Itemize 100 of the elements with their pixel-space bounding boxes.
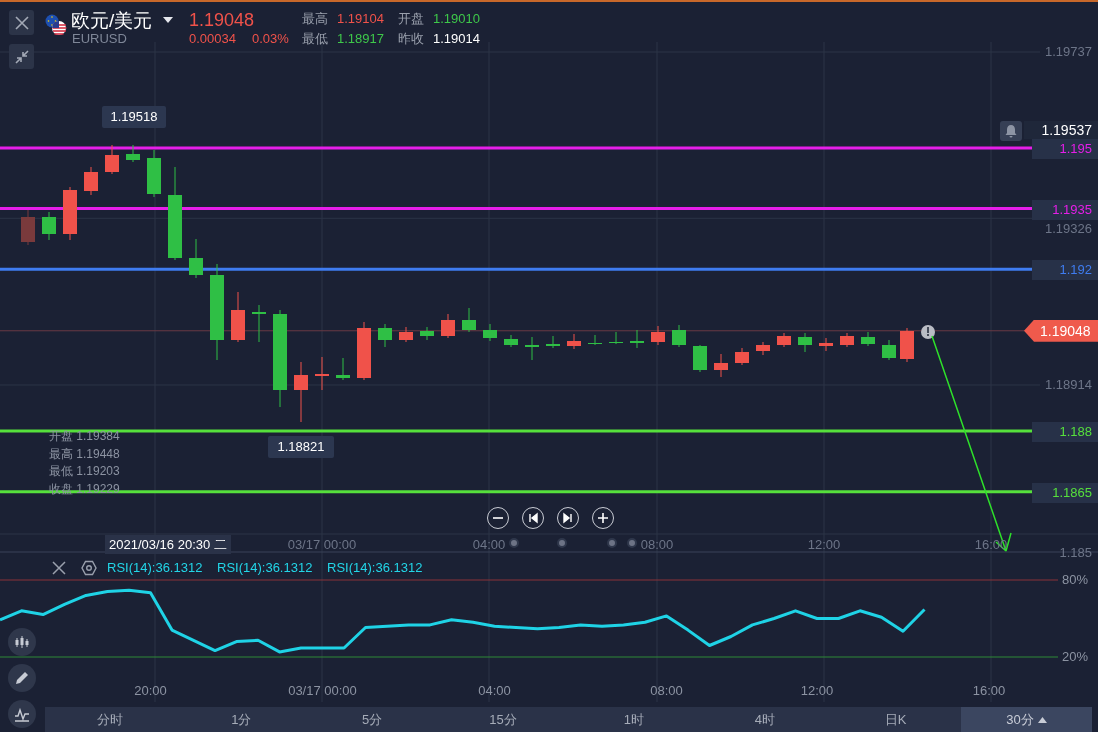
stat-value: 1.18917 (337, 31, 384, 47)
candlestick-icon (13, 633, 31, 651)
indicator-legend: RSI(14):36.1312 (107, 560, 203, 576)
zoom-in-button[interactable] (592, 507, 614, 529)
candle (21, 209, 35, 246)
price-axis-label: 1.18914 (1044, 377, 1092, 393)
candle (672, 324, 686, 348)
ohlc-text: 最高 1.19448 (49, 445, 120, 463)
settings-icon[interactable] (81, 560, 97, 576)
candle (504, 334, 518, 348)
stat-label: 最低 (302, 31, 328, 47)
price-axis-label: 1.19326 (1044, 221, 1092, 238)
level-price-label: 1.195 (1032, 138, 1098, 159)
time-axis-label: 20:00 (134, 683, 167, 699)
info-icon[interactable] (921, 325, 935, 339)
close-button[interactable] (9, 10, 34, 35)
candle (882, 339, 896, 361)
candle (315, 356, 329, 391)
previous-button[interactable] (522, 507, 544, 529)
timeframe-tab[interactable]: 5分 (306, 707, 438, 732)
candle (609, 331, 623, 345)
horizontal-level-line[interactable] (0, 267, 1032, 271)
collapse-arrows-icon (13, 48, 30, 65)
candle (189, 238, 203, 279)
candle (441, 313, 455, 339)
candle (630, 329, 644, 349)
candle (861, 331, 875, 347)
price-change: 0.00034 (189, 31, 236, 47)
candle (900, 327, 914, 363)
high-price-label: 1.19518 (102, 106, 166, 128)
alert-bell-button[interactable] (1000, 120, 1022, 141)
ohlc-text: 开盘 1.19384 (49, 428, 120, 445)
timeframe-tab[interactable]: 1时 (568, 707, 700, 732)
zoom-out-button[interactable] (487, 507, 509, 529)
alert-price-label: 1.19537 (1024, 120, 1098, 139)
close-icon[interactable] (52, 561, 66, 575)
pencil-icon (13, 669, 31, 687)
candle (462, 307, 476, 333)
indicator-legend: RSI(14):36.1312 (327, 560, 423, 576)
indicator-legend: RSI(14):36.1312 (217, 560, 313, 576)
collapse-button[interactable] (9, 44, 34, 69)
pencil-tool-button[interactable] (8, 664, 36, 692)
caret-up-icon (1037, 716, 1047, 723)
candle (798, 332, 812, 353)
time-axis-label: 03/17 00:00 (288, 683, 357, 699)
next-button[interactable] (557, 507, 579, 529)
time-axis-label: 16:00 (972, 683, 1006, 699)
candle (651, 325, 665, 346)
level-price-label: 1.188 (1032, 422, 1098, 443)
timeframe-tab[interactable]: 日K (830, 707, 962, 732)
candle (84, 166, 98, 196)
timeframe-tab[interactable]: 1分 (175, 707, 307, 732)
ohlc-text: 最低 1.19203 (49, 463, 120, 480)
close-icon (13, 14, 30, 31)
indicator-tool-button[interactable] (8, 700, 36, 728)
last-price: 1.19048 (189, 9, 255, 31)
timeframe-tab[interactable]: 15分 (437, 707, 569, 732)
axis-label: 80% (1062, 572, 1089, 588)
time-axis-label: 12:00 (800, 683, 834, 699)
axis-label: 20% (1062, 649, 1089, 665)
timeframe-tab[interactable]: 4时 (699, 707, 831, 732)
time-axis-label: 08:00 (640, 536, 674, 554)
candle (378, 323, 392, 348)
caret-icon[interactable] (163, 17, 173, 23)
candle (147, 149, 161, 198)
stat-label: 开盘 (398, 11, 424, 27)
low-price-label: 1.18821 (268, 436, 334, 458)
level-price-label: 1.192 (1032, 260, 1098, 281)
candle (336, 357, 350, 381)
candle (105, 144, 119, 175)
bell-icon (1004, 123, 1018, 138)
candlestick-tool-button[interactable] (8, 628, 36, 656)
candle (840, 332, 854, 348)
symbol-name[interactable]: 欧元/美元 (71, 9, 153, 33)
candle (63, 186, 77, 241)
symbol-code: EURUSD (72, 31, 127, 47)
timeframe-tab[interactable]: 分时 (45, 707, 176, 732)
candle (231, 291, 245, 343)
time-axis-label: 08:00 (650, 683, 683, 699)
stat-value: 1.19104 (337, 11, 384, 27)
percent-change: 0.03% (252, 31, 289, 47)
horizontal-level-line[interactable] (0, 207, 1032, 211)
candle (357, 321, 371, 381)
current-price-tag: 1.19048 (1024, 319, 1098, 342)
time-axis-label: 12:00 (807, 536, 841, 554)
candle (819, 337, 833, 352)
candle (252, 304, 266, 343)
candle (588, 334, 602, 346)
candle (42, 211, 56, 241)
level-price-label: 1.1935 (1032, 199, 1098, 220)
candle (399, 326, 413, 343)
timeframe-tab[interactable]: 30分 (961, 707, 1092, 732)
time-axis-label: 03/17 00:00 (287, 536, 357, 554)
candle (525, 336, 539, 361)
price-axis-label: 1.185 (1058, 544, 1092, 561)
candle (420, 326, 434, 341)
minus-icon (493, 517, 503, 519)
cursor-time-label: 2021/03/16 20:30 二 (105, 535, 231, 554)
candle (294, 361, 308, 423)
candle (777, 332, 791, 348)
